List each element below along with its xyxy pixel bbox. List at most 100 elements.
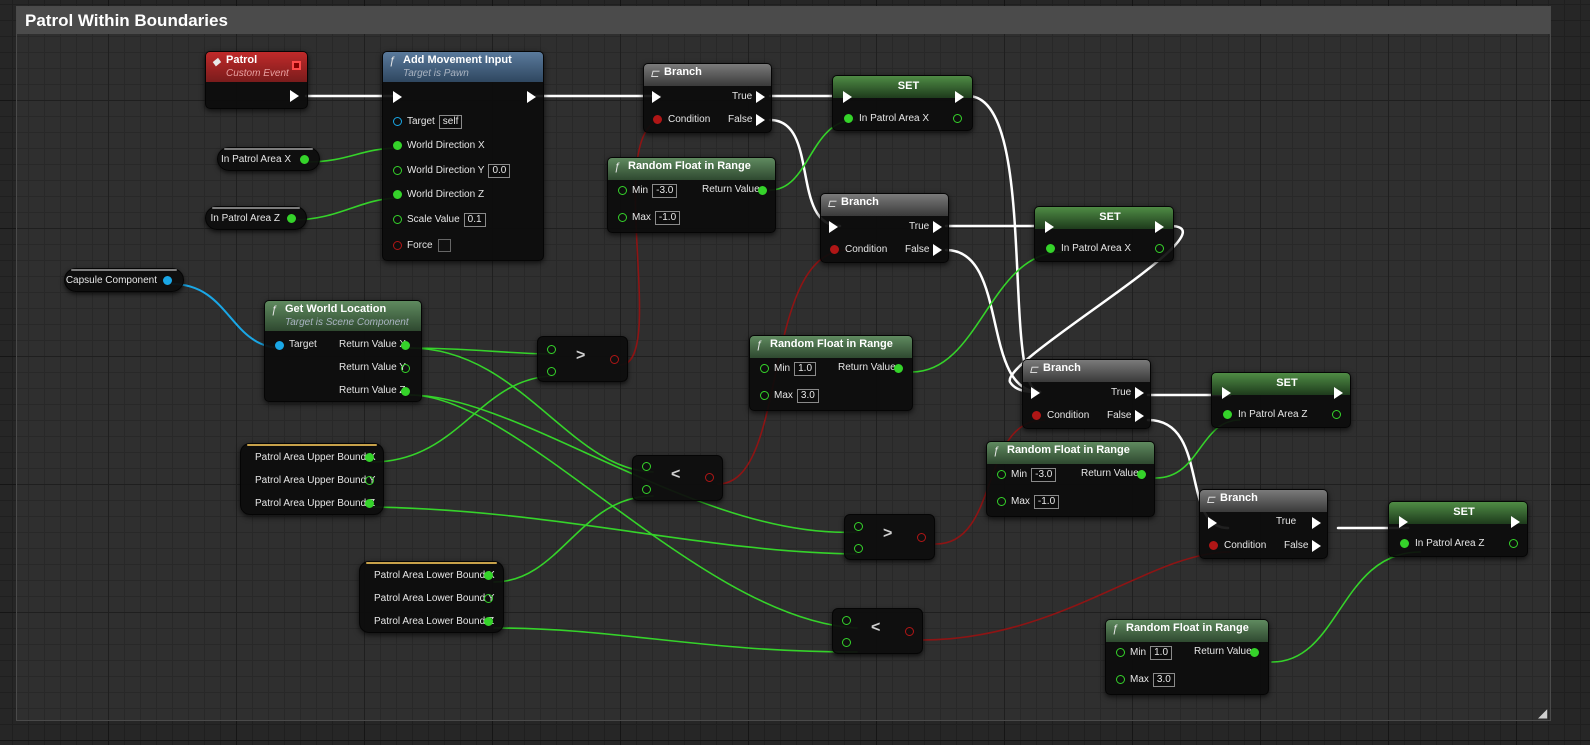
- random-float-in-range-node-1[interactable]: ƒ Random Float in Range Min -3.0 Return V…: [607, 157, 776, 233]
- scale-value-pin[interactable]: [393, 215, 402, 224]
- return-value-pin[interactable]: [894, 364, 903, 373]
- exec-in-pin[interactable]: [1031, 387, 1040, 399]
- random-float-header[interactable]: ƒ Random Float in Range: [608, 158, 775, 180]
- exec-in-pin[interactable]: [843, 91, 852, 103]
- random-float-in-range-node-2[interactable]: ƒ Random Float in Range Min 1.0 Return Va…: [749, 335, 913, 411]
- scale-value-input[interactable]: 0.1: [463, 213, 486, 227]
- exec-out-pin[interactable]: [527, 91, 536, 103]
- output-pin[interactable]: [1155, 244, 1164, 253]
- branch-node-4[interactable]: ⊏ Branch True Condition False: [1199, 489, 1328, 559]
- operand-a-pin[interactable]: [642, 462, 651, 471]
- force-checkbox[interactable]: [437, 239, 451, 252]
- upper-bound-z-pin[interactable]: [365, 499, 374, 508]
- capsule-component-getter[interactable]: Capsule Component: [64, 268, 184, 292]
- branch-node-1[interactable]: ⊏ Branch True Condition False: [643, 63, 772, 133]
- min-input[interactable]: -3.0: [652, 184, 678, 198]
- greater-than-node[interactable]: >: [844, 514, 935, 560]
- true-exec-pin[interactable]: [756, 91, 765, 103]
- condition-pin[interactable]: [1032, 411, 1041, 420]
- max-input[interactable]: 3.0: [1152, 673, 1175, 687]
- in-patrol-area-z-pin[interactable]: [1400, 539, 1409, 548]
- result-pin[interactable]: [610, 355, 619, 364]
- result-pin[interactable]: [705, 473, 714, 482]
- min-pin[interactable]: [618, 186, 627, 195]
- in-patrol-area-x-pin[interactable]: [844, 114, 853, 123]
- upper-bound-x-pin[interactable]: [365, 453, 374, 462]
- false-exec-pin[interactable]: [756, 114, 765, 126]
- exec-in-pin[interactable]: [1399, 516, 1408, 528]
- true-exec-pin[interactable]: [1135, 387, 1144, 399]
- operand-a-pin[interactable]: [854, 522, 863, 531]
- world-direction-y-pin[interactable]: [393, 166, 402, 175]
- max-pin[interactable]: [1116, 675, 1125, 684]
- less-than-node[interactable]: <: [632, 455, 723, 501]
- var-out-pin[interactable]: [300, 155, 309, 164]
- exec-out-pin[interactable]: [290, 90, 299, 102]
- target-value[interactable]: self: [438, 115, 463, 129]
- set-in-patrol-area-z-node-1[interactable]: SET In Patrol Area Z: [1211, 372, 1351, 428]
- true-exec-pin[interactable]: [1312, 517, 1321, 529]
- return-value-z-pin[interactable]: [401, 387, 410, 396]
- min-pin[interactable]: [997, 470, 1006, 479]
- in-patrol-area-x-getter[interactable]: In Patrol Area X: [217, 147, 320, 171]
- resize-grip-icon[interactable]: ◢: [1538, 706, 1550, 720]
- true-exec-pin[interactable]: [933, 221, 942, 233]
- operand-b-pin[interactable]: [854, 544, 863, 553]
- target-pin[interactable]: [275, 341, 284, 350]
- max-pin[interactable]: [760, 391, 769, 400]
- random-float-header[interactable]: ƒ Random Float in Range: [750, 336, 912, 358]
- min-input[interactable]: 1.0: [1150, 646, 1173, 660]
- world-direction-z-pin[interactable]: [393, 190, 402, 199]
- min-pin[interactable]: [760, 364, 769, 373]
- exec-in-pin[interactable]: [393, 91, 402, 103]
- min-pin[interactable]: [1116, 648, 1125, 657]
- exec-in-pin[interactable]: [1045, 221, 1054, 233]
- operand-a-pin[interactable]: [842, 616, 851, 625]
- patrol-area-upper-bounds-getter[interactable]: Patrol Area Upper Bound X Patrol Area Up…: [240, 443, 384, 515]
- lower-bound-z-pin[interactable]: [484, 617, 493, 626]
- set-header[interactable]: SET: [1035, 207, 1173, 229]
- max-pin[interactable]: [997, 497, 1006, 506]
- var-out-pin[interactable]: [163, 276, 172, 285]
- branch-header[interactable]: ⊏ Branch: [1200, 490, 1327, 512]
- exec-out-pin[interactable]: [1334, 387, 1343, 399]
- branch-header[interactable]: ⊏ Branch: [821, 194, 948, 216]
- output-pin[interactable]: [1509, 539, 1518, 548]
- set-header[interactable]: SET: [833, 76, 972, 98]
- world-direction-x-pin[interactable]: [393, 141, 402, 150]
- false-exec-pin[interactable]: [1135, 410, 1144, 422]
- condition-pin[interactable]: [653, 115, 662, 124]
- target-pin[interactable]: [393, 117, 402, 126]
- false-exec-pin[interactable]: [1312, 540, 1321, 552]
- random-float-header[interactable]: ƒ Random Float in Range: [987, 442, 1154, 464]
- exec-out-pin[interactable]: [1511, 516, 1520, 528]
- exec-out-pin[interactable]: [1155, 221, 1164, 233]
- patrol-area-lower-bounds-getter[interactable]: Patrol Area Lower Bound X Patrol Area Lo…: [359, 561, 504, 633]
- operand-a-pin[interactable]: [547, 345, 556, 354]
- return-value-x-pin[interactable]: [401, 341, 410, 350]
- exec-in-pin[interactable]: [829, 221, 838, 233]
- branch-node-2[interactable]: ⊏ Branch True Condition False: [820, 193, 949, 263]
- var-out-pin[interactable]: [287, 214, 296, 223]
- random-float-in-range-node-3[interactable]: ƒ Random Float in Range Min -3.0 Return V…: [986, 441, 1155, 517]
- lower-bound-x-pin[interactable]: [484, 571, 493, 580]
- condition-pin[interactable]: [830, 245, 839, 254]
- return-value-pin[interactable]: [1250, 648, 1259, 657]
- set-header[interactable]: SET: [1389, 502, 1527, 524]
- lower-bound-y-pin[interactable]: [484, 594, 493, 603]
- set-in-patrol-area-x-node-1[interactable]: SET In Patrol Area X: [832, 75, 973, 131]
- output-pin[interactable]: [953, 114, 962, 123]
- min-input[interactable]: 1.0: [794, 362, 817, 376]
- condition-pin[interactable]: [1209, 541, 1218, 550]
- branch-header[interactable]: ⊏ Branch: [1023, 360, 1150, 382]
- result-pin[interactable]: [905, 627, 914, 636]
- max-input[interactable]: -1.0: [654, 211, 681, 225]
- output-pin[interactable]: [1332, 410, 1341, 419]
- exec-out-pin[interactable]: [955, 91, 964, 103]
- world-direction-y-input[interactable]: 0.0: [488, 164, 511, 178]
- exec-in-pin[interactable]: [652, 91, 661, 103]
- in-patrol-area-z-getter[interactable]: In Patrol Area Z: [205, 206, 307, 230]
- return-value-pin[interactable]: [758, 186, 767, 195]
- exec-in-pin[interactable]: [1222, 387, 1231, 399]
- delegate-pin-icon[interactable]: [292, 61, 301, 70]
